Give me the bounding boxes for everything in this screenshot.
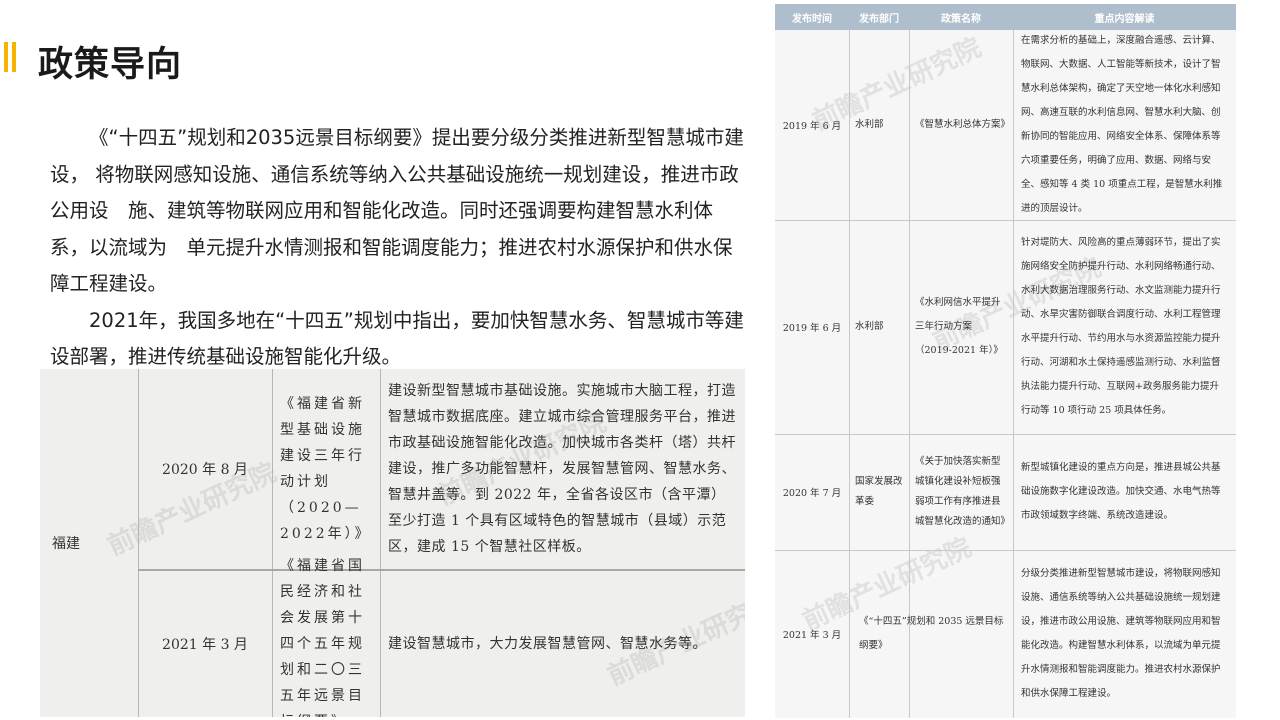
table-cell-name: 《福建省新型基础设施建设三年行动计划（2020—2022年）》 [280,396,372,542]
province-cell: 福建 [52,536,80,552]
table-cell-date: 2019 年 6 月 [782,121,842,132]
table-row: 2020 年 7 月 国家发展改革委 《关于加快落实新型城镇化建设补短板强弱项工… [775,434,1236,551]
table-cell-content: 建设智慧城市，大力发展智慧管网、智慧水务等。 [388,636,707,652]
table-row: 2019 年 6 月 水利部 《智慧水利总体方案》 在需求分析的基础上，深度融合… [775,30,1236,221]
table-cell-name: 《关于加快落实新型城镇化建设补短板强弱项工作有序推进县城智慧化改造的通知》 [915,456,1011,527]
header-cell: 发布部门 [859,13,899,25]
header-cell: 发布时间 [792,13,832,25]
table-cell-dept: 水利部 [855,321,884,332]
table-cell-content: 针对堤防大、风险高的重点薄弱环节，提出了实施网络安全防护提升行动、水利网络畅通行… [1021,237,1221,416]
table-row: 2021 年 3 月 《“十四五”规划和 2035 远景目标纲要》 分级分类推进… [775,550,1236,718]
fujian-policy-table: 前瞻产业研究院 前瞻产业研究院 前瞻产业研究院 福建 2020 年 8 月 《福… [40,369,745,717]
table-cell-name: 《福建省国民经济和社会发展第十四个五年规划和二〇三五年远景目标纲要》 [280,558,365,717]
page-title: 政策导向 [38,45,183,85]
national-policy-table: 前瞻产业研究院 前瞻产业研究院 前瞻产业研究院 发布时间 发布部门 政策名称 重… [775,4,1236,718]
table-cell-name: 《“十四五”规划和 2035 远景目标纲要》 [859,616,1004,651]
table-row: 2019 年 6 月 水利部 《水利网信水平提升三年行动方案（2019-2021… [775,220,1236,435]
title-accent-bars [0,42,20,72]
table-header: 发布时间 发布部门 政策名称 重点内容解读 [775,4,1236,30]
table-cell-dept: 水利部 [855,119,884,130]
table-cell-name: 《水利网信水平提升三年行动方案（2019-2021 年）》 [915,297,1003,356]
header-cell: 重点内容解读 [1094,13,1155,25]
table-cell-content: 建设新型智慧城市基础设施。实施城市大脑工程，打造智慧城市数据底座。建立城市综合管… [388,383,736,555]
intro-paragraph-2: 2021年，我国多地在“十四五”规划中指出，要加快智慧水务、智慧城市等建 设部署… [50,308,744,369]
table-cell-name: 《智慧水利总体方案》 [915,119,1011,130]
table-cell-date: 2019 年 6 月 [782,323,842,334]
table-cell-dept: 国家发展改革委 [855,476,903,507]
header-cell: 政策名称 [941,13,981,25]
table-cell-date: 2020 年 7 月 [782,488,842,499]
intro-text: 《“十四五”规划和2035远景目标纲要》提出要分级分类推进新型智慧城市建设， 将… [50,120,750,376]
table-cell-content: 分级分类推进新型智慧城市建设，将物联网感知设施、通信系统等纳入公共基础设施统一规… [1021,568,1221,699]
intro-paragraph-1: 《“十四五”规划和2035远景目标纲要》提出要分级分类推进新型智慧城市建设， 将… [50,126,744,295]
table-cell-content: 新型城镇化建设的重点方向是，推进县城公共基础设施数字化建设改造。加快交通、水电气… [1021,462,1221,521]
table-cell-date: 2021 年 3 月 [782,630,842,641]
table-cell-content: 在需求分析的基础上，深度融合遥感、云计算、物联网、大数据、人工智能等新技术，设计… [1021,35,1223,214]
